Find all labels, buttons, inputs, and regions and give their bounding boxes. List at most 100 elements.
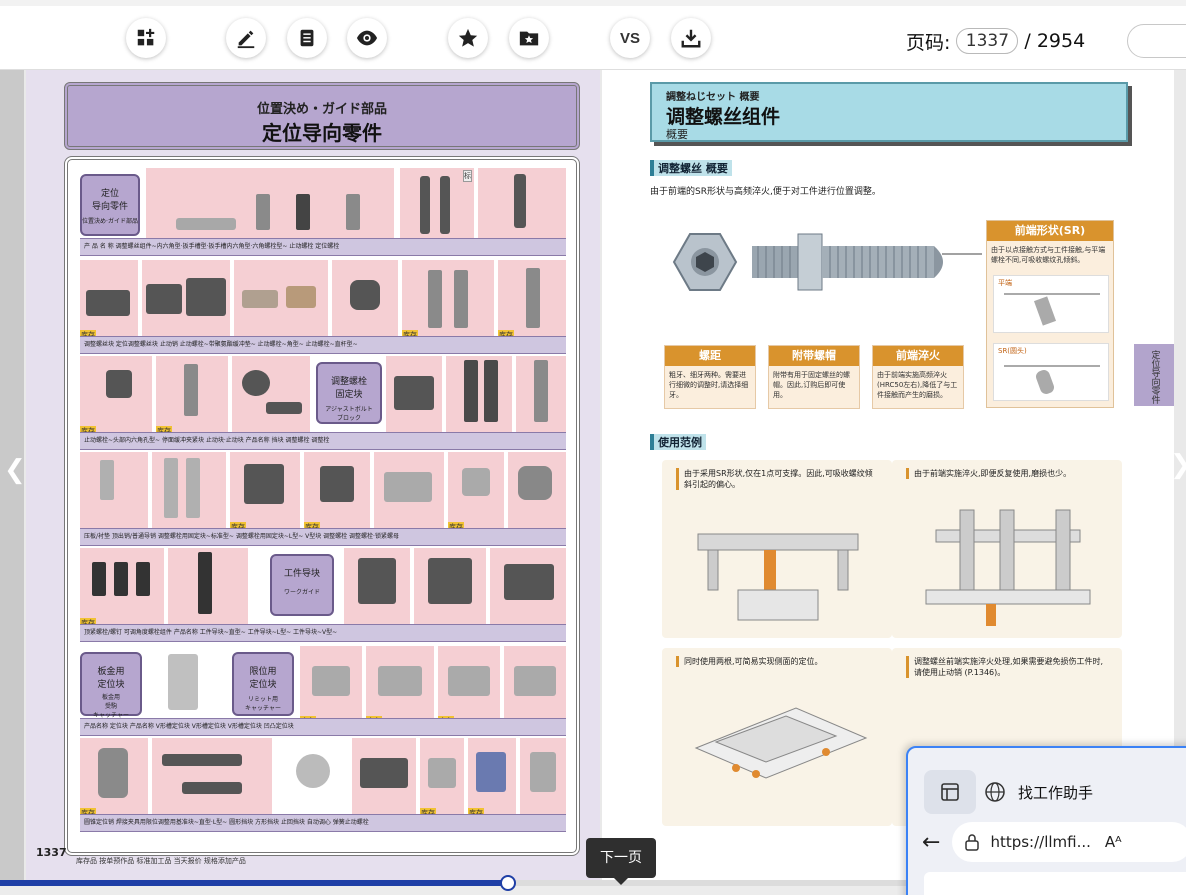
product-cell[interactable] [152, 738, 272, 818]
next-page-chevron[interactable]: ❯ [1170, 450, 1186, 480]
product-cell[interactable] [414, 548, 486, 628]
product-cell[interactable]: 库存 [366, 646, 434, 726]
top-strip [0, 0, 1186, 6]
product-cell[interactable]: 库存 [80, 356, 152, 436]
product-image [146, 284, 182, 314]
product-cell[interactable] [146, 646, 228, 726]
chevron-left-icon: ❮ [4, 455, 26, 485]
product-cell[interactable] [142, 260, 230, 340]
product-cell[interactable] [332, 260, 398, 340]
product-cell[interactable]: 库存 [438, 646, 500, 726]
product-cell[interactable]: 库存 [80, 260, 138, 340]
product-cell[interactable] [168, 548, 248, 628]
browser-tab[interactable]: 找工作助手 [984, 774, 1093, 810]
page-progress-fill [0, 880, 508, 886]
product-cell[interactable]: 库存 [448, 452, 504, 532]
product-cell[interactable]: 库存 [468, 738, 516, 818]
product-cell[interactable]: 库存 [300, 646, 362, 726]
row-label: 调整螺丝块 定位调整螺丝块 止动销 止动螺栓~带聚氨酯缓冲垫~ 止动螺栓~角型~… [80, 336, 566, 354]
product-image [462, 468, 490, 496]
example-text: 由于前端实施淬火,即便反复使用,磨损也少。 [906, 468, 1106, 479]
page-progress-handle[interactable] [500, 875, 516, 891]
product-cell[interactable] [516, 356, 566, 436]
page-number-input[interactable] [956, 28, 1019, 54]
section-title-overview: 调整螺丝 概要 [650, 160, 732, 176]
product-cell[interactable]: 库存 [478, 168, 566, 248]
product-cell[interactable]: 库存 [80, 738, 148, 818]
collection-button[interactable] [509, 18, 549, 58]
product-cell[interactable] [374, 452, 444, 532]
side-index-tab[interactable]: 定位导向零件 [1134, 344, 1174, 406]
category-work-guide[interactable]: 工件导块 ワークガイド [270, 554, 334, 616]
favorite-button[interactable] [448, 18, 488, 58]
category-label: 板金用 定位块 [97, 667, 125, 690]
product-cell[interactable] [232, 356, 310, 436]
product-cell[interactable]: 库存 [498, 260, 566, 340]
product-image [320, 466, 354, 502]
product-image [168, 654, 198, 710]
product-cell[interactable] [490, 548, 566, 628]
previous-page-button[interactable]: ❮ [0, 70, 26, 880]
category-sublabel: リミット用 キャッチャー [245, 696, 281, 712]
annotate-button[interactable] [226, 18, 266, 58]
product-image [256, 194, 270, 230]
product-cell[interactable]: 库存 [420, 738, 464, 818]
product-cell[interactable]: 库存 [156, 356, 228, 436]
product-cell[interactable] [504, 646, 566, 726]
product-cell[interactable] [386, 356, 442, 436]
floating-browser-window[interactable]: 找工作助手 ← https://llmfi... Aᴬ [906, 746, 1186, 895]
callout-text: 由于前端实施高频淬火(HRC50左右),降低了与工件接触而产生的磨损。 [877, 371, 958, 399]
product-cell[interactable] [352, 738, 416, 818]
tab-actions-button[interactable] [924, 770, 976, 814]
callout-pitch: 螺距 粗牙、细牙两种。需要进行细微的调整时,请选择细牙。 [664, 345, 756, 409]
product-cell[interactable] [80, 452, 148, 532]
compare-button[interactable]: VS [610, 18, 650, 58]
category-limit-catcher[interactable]: 限位用 定位块 リミット用 キャッチャー [232, 652, 294, 716]
browser-content[interactable] [924, 872, 1186, 895]
product-image [266, 402, 302, 414]
product-image [476, 752, 506, 792]
category-label: 定位 导向零件 [91, 189, 128, 212]
product-cell[interactable]: 库存 [402, 260, 494, 340]
product-cell[interactable] [446, 356, 512, 436]
row-label: 止动螺栓~头部内六角孔型~ 停面缓冲夹紧块 止动块·止动块 产品名称 挡块 调整… [80, 432, 566, 450]
thumbnails-button[interactable] [126, 18, 166, 58]
product-image [114, 562, 128, 596]
flat-end-label: 平端 [998, 279, 1012, 287]
category-sheet-metal-catcher[interactable]: 板金用 定位块 板金用 受駒 キャッチャー [80, 652, 142, 719]
next-page-tooltip[interactable]: 下一页 [586, 838, 656, 885]
sr-end-diagram: SR(圆头) [993, 343, 1109, 401]
back-arrow-icon[interactable]: ← [922, 830, 940, 855]
product-cell[interactable] [520, 738, 566, 818]
row-label: 产品名称 定位块 产品名称 V形槽定位块 V形槽定位块 V形槽定位块 凹凸定位块 [80, 718, 566, 736]
flat-end-diagram: 平端 [993, 275, 1109, 333]
category-label: 限位用 定位块 [249, 667, 277, 690]
row-label: 圆锥定位销 焊接夹具用限位调整用基准块~直型·L型~ 圆形挡块 方形挡块 止回挡… [80, 814, 566, 832]
notes-button[interactable] [287, 18, 327, 58]
top-toolbar: VS 页码: / 2954 [0, 0, 1186, 70]
search-input[interactable] [1127, 24, 1186, 58]
download-button[interactable] [671, 18, 711, 58]
url-field[interactable]: https://llmfi... Aᴬ [952, 822, 1186, 862]
product-cell[interactable]: 库存 [230, 452, 300, 532]
read-aloud-icon[interactable]: Aᴬ [1105, 833, 1122, 851]
category-sublabel: ワークガイド [283, 589, 320, 596]
product-cell[interactable] [152, 452, 226, 532]
product-cell[interactable] [234, 260, 328, 340]
product-cell[interactable] [276, 738, 348, 818]
product-image [106, 370, 132, 398]
tooltip-label: 下一页 [600, 850, 642, 866]
left-header-cn: 定位导向零件 [262, 121, 382, 145]
product-cell[interactable] [344, 548, 410, 628]
product-cell[interactable]: 库存 [304, 452, 370, 532]
product-cell[interactable]: 库存 制 [146, 168, 394, 248]
right-page-header: 調整ねじセット 概要 调整螺丝组件 概要 [650, 82, 1128, 142]
category-adjust-bolt-block[interactable]: 调整螺栓 固定块 アジャストボルト ブロック [316, 362, 382, 424]
category-positioning[interactable]: 定位 导向零件 位置決め·ガイド部品 [80, 174, 140, 236]
product-cell[interactable]: 标 [400, 168, 474, 248]
row-label: 压板/衬垫 顶出销/普通导销 调整螺栓用固定块~标准型~ 调整螺栓用固定块~L型… [80, 528, 566, 546]
product-cell[interactable]: 库存 [80, 548, 164, 628]
view-button[interactable] [347, 18, 387, 58]
product-cell[interactable] [508, 452, 566, 532]
sr-box-title: 前端形状(SR) [987, 221, 1113, 241]
